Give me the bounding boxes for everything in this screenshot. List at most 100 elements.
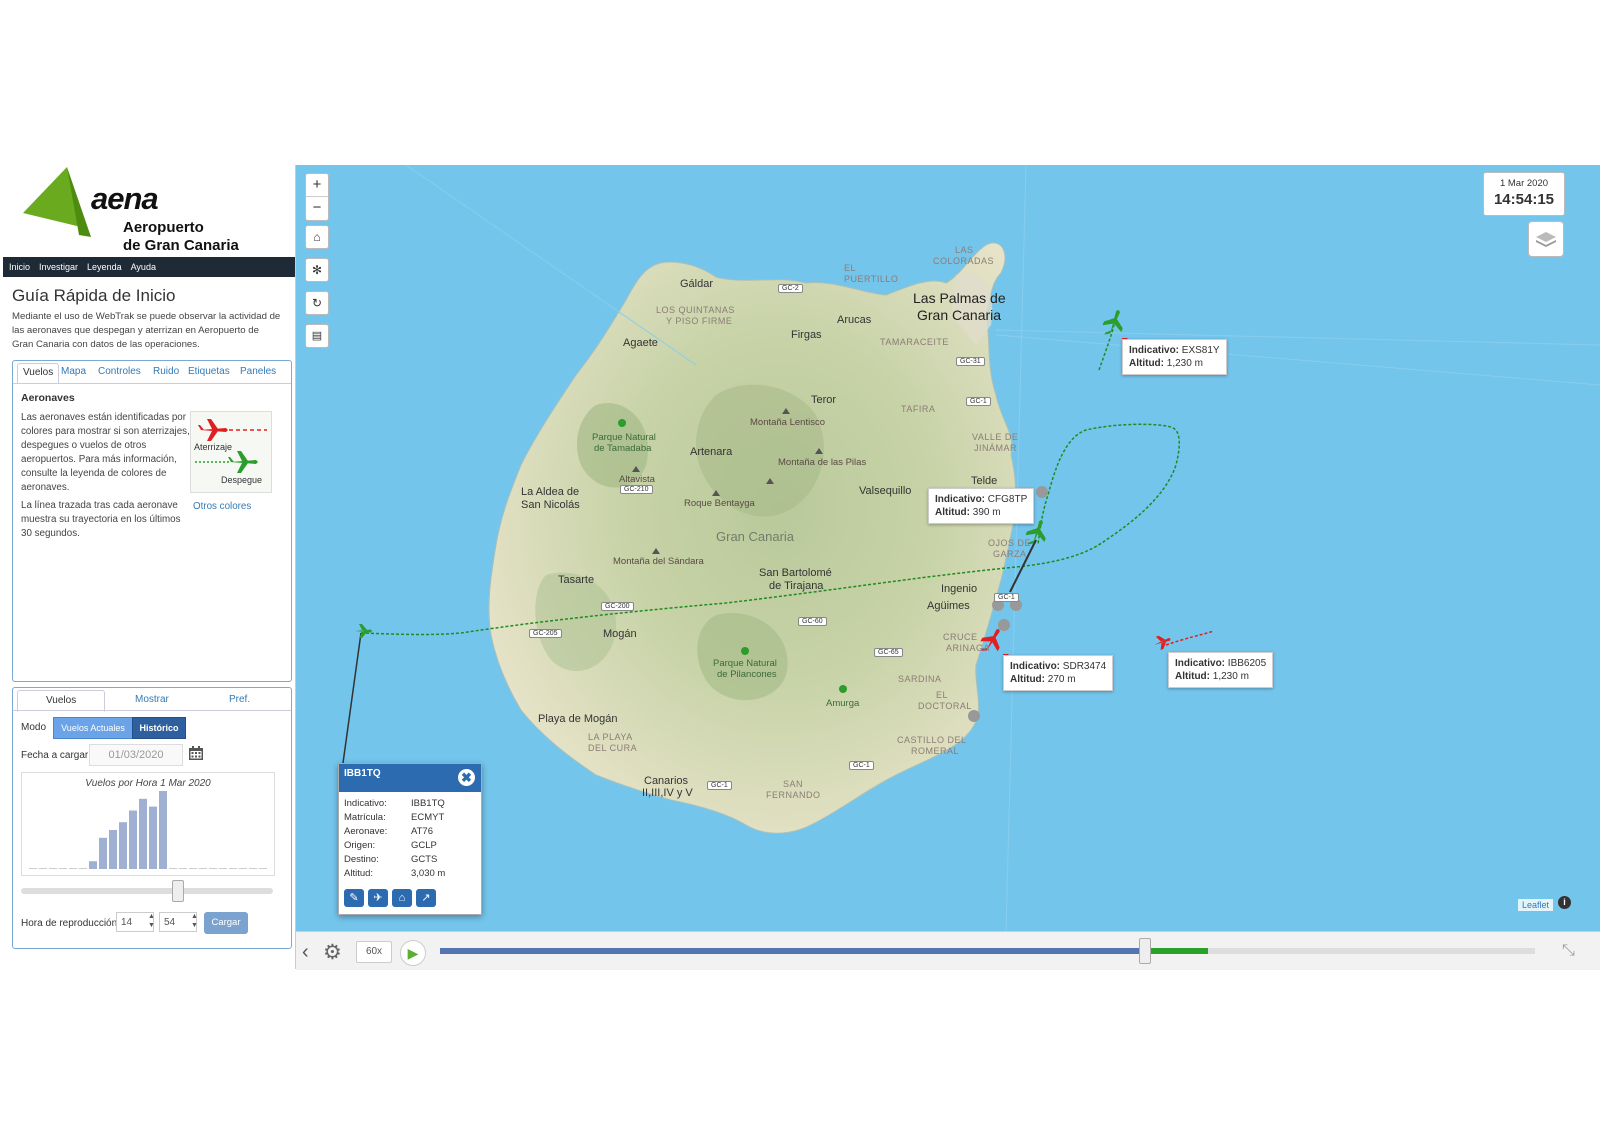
road-gc210: GC-210 <box>620 485 653 494</box>
tab-ruido[interactable]: Ruido <box>153 366 179 377</box>
live-flights-button[interactable]: Vuelos Actuales <box>53 717 133 739</box>
nav-inicio[interactable]: Inicio <box>3 258 33 272</box>
altitude: 270 m <box>1047 674 1076 685</box>
plane-icon[interactable]: ✈ <box>368 889 388 907</box>
home-icon[interactable]: ⌂ <box>392 889 412 907</box>
histogram-bar <box>179 868 187 869</box>
tab-paneles[interactable]: Paneles <box>240 366 276 377</box>
nav-leyenda[interactable]: Leyenda <box>81 258 125 272</box>
tab-vuelos[interactable]: Vuelos <box>17 363 60 383</box>
comment-icon[interactable]: ✎ <box>344 889 364 907</box>
print-button[interactable]: ▤ <box>305 324 329 348</box>
timeline-buffer <box>1150 948 1208 954</box>
tab-etiquetas[interactable]: Etiquetas <box>188 366 230 377</box>
group-button[interactable]: ✻ <box>305 258 329 282</box>
place-tasarte: Tasarte <box>558 574 595 586</box>
info-icon[interactable]: i <box>1558 896 1571 909</box>
place-agaete: Agaete <box>623 337 658 349</box>
trajectory-ibb6205 <box>1165 630 1215 646</box>
home-icon: ⌂ <box>313 230 321 244</box>
flight-map[interactable]: + − ⌂ ✻ ↻ ▤ 1 Mar 2020 14:54:15 Gáldar L… <box>296 165 1600 931</box>
timeline-thumb[interactable] <box>1139 938 1152 964</box>
playback-speed[interactable]: 60x <box>356 941 392 963</box>
tab-controles[interactable]: Controles <box>98 366 141 377</box>
tab-mapa[interactable]: Mapa <box>61 366 86 377</box>
hour-slider-track[interactable] <box>21 888 273 894</box>
peak-bentayga: Roque Bentayga <box>684 498 755 509</box>
airway-line <box>405 165 697 366</box>
callsign: IBB6205 <box>1227 658 1267 669</box>
load-button[interactable]: Cargar <box>204 912 248 934</box>
road-gc205: GC-205 <box>529 629 562 638</box>
place-aldea-2: San Nicolás <box>521 499 580 511</box>
histogram-bar <box>199 868 207 869</box>
place-valsequillo: Valsequillo <box>859 485 912 497</box>
nav-investigar[interactable]: Investigar <box>33 258 81 272</box>
altitude: 390 m <box>972 507 1001 518</box>
flight-label-exs81y[interactable]: Indicativo: EXS81Y Altitud: 1,230 m <box>1122 339 1227 375</box>
park-pilancones-1: Parque Natural <box>713 658 777 669</box>
popup-value: AT76 <box>411 826 434 837</box>
road-gc1-south: GC-1 <box>849 761 874 770</box>
close-icon[interactable]: ✖ <box>458 769 475 786</box>
tab-mostrar[interactable]: Mostrar <box>135 694 169 705</box>
road-gc1-airport: GC-1 <box>994 593 1019 602</box>
nav-ayuda[interactable]: Ayuda <box>125 258 159 272</box>
airway-line <box>1005 165 1027 931</box>
print-icon: ▤ <box>311 330 323 342</box>
area-playa-cura-2: DEL CURA <box>588 743 638 753</box>
altitude: 1,230 m <box>1212 671 1249 682</box>
place-amurga: Amurga <box>826 698 860 709</box>
park-tamadaba-2: de Tamadaba <box>594 443 652 454</box>
place-san-bartolome-1: San Bartolomé <box>759 567 832 579</box>
current-date: 1 Mar 2020 <box>1499 178 1549 189</box>
area-sardina: SARDINA <box>898 674 942 684</box>
histogram-bar <box>139 798 147 869</box>
aircraft-ibb1tq-icon[interactable] <box>355 624 372 638</box>
area-doctoral-2: DOCTORAL <box>918 701 972 711</box>
info-tabs: Vuelos Mapa Controles Ruido Etiquetas Pa… <box>13 361 291 384</box>
area-ojos-1: OJOS DE <box>988 538 1032 548</box>
place-canarios-1: Canarios <box>644 775 689 787</box>
layers-button[interactable] <box>1528 221 1564 257</box>
chevron-left-icon[interactable]: ‹ <box>302 941 309 964</box>
place-aldea-1: La Aldea de <box>521 486 580 498</box>
noise-monitor-marker[interactable] <box>998 619 1010 631</box>
hour-slider-thumb[interactable] <box>172 880 185 902</box>
home-button[interactable]: ⌂ <box>305 225 329 249</box>
play-icon[interactable]: ▶ <box>400 940 426 966</box>
date-input[interactable]: 01/03/2020 <box>89 744 183 766</box>
noise-monitor-marker[interactable] <box>1036 486 1048 498</box>
sidebar: aena Aeropuerto de Gran Canaria Inicio In… <box>3 165 296 969</box>
flight-label-cfg8tp[interactable]: Indicativo: CFG8TP Altitud: 390 m <box>928 488 1035 524</box>
noise-monitor-marker[interactable] <box>968 710 980 722</box>
peak-sandara: Montaña del Sándara <box>613 556 704 567</box>
aena-logo: aena Aeropuerto de Gran Canaria <box>3 165 295 257</box>
current-time: 14:54:15 <box>1493 191 1555 208</box>
minute-stepper-icon[interactable]: ▲ ▼ <box>191 912 199 932</box>
tab-flights[interactable]: Vuelos <box>17 690 106 712</box>
zoom-out-button[interactable]: − <box>306 197 328 219</box>
popup-key: Aeronave: <box>344 826 388 837</box>
popup-value: ECMYT <box>411 812 445 823</box>
hour-stepper-icon[interactable]: ▲ ▼ <box>148 912 156 932</box>
historic-button[interactable]: Histórico <box>132 717 186 739</box>
histogram-bar <box>169 868 177 869</box>
expand-icon[interactable]: ⤡ <box>1562 942 1575 960</box>
zoom-in-button[interactable]: + <box>306 174 328 197</box>
timeline-track[interactable] <box>440 948 1535 954</box>
calendar-icon[interactable] <box>189 746 203 760</box>
aircraft-ibb6205-icon[interactable] <box>1152 632 1173 651</box>
chart-icon[interactable]: ↗ <box>416 889 436 907</box>
popup-key: Matrícula: <box>344 812 386 823</box>
info-panel: Vuelos Mapa Controles Ruido Etiquetas Pa… <box>12 360 292 682</box>
tab-pref[interactable]: Pref. <box>229 694 250 705</box>
gear-icon[interactable]: ⚙ <box>323 940 342 965</box>
place-ingenio: Ingenio <box>941 583 978 595</box>
refresh-button[interactable]: ↻ <box>305 291 329 315</box>
flight-label-ibb6205[interactable]: Indicativo: IBB6205 Altitud: 1,230 m <box>1168 652 1274 688</box>
leaflet-attribution[interactable]: Leaflet <box>1518 899 1554 911</box>
aircraft-exs81y-icon[interactable] <box>1100 306 1128 339</box>
other-colors-link[interactable]: Otros colores <box>193 501 251 512</box>
flight-label-sdr3474[interactable]: Indicativo: SDR3474 Altitud: 270 m <box>1003 655 1114 691</box>
